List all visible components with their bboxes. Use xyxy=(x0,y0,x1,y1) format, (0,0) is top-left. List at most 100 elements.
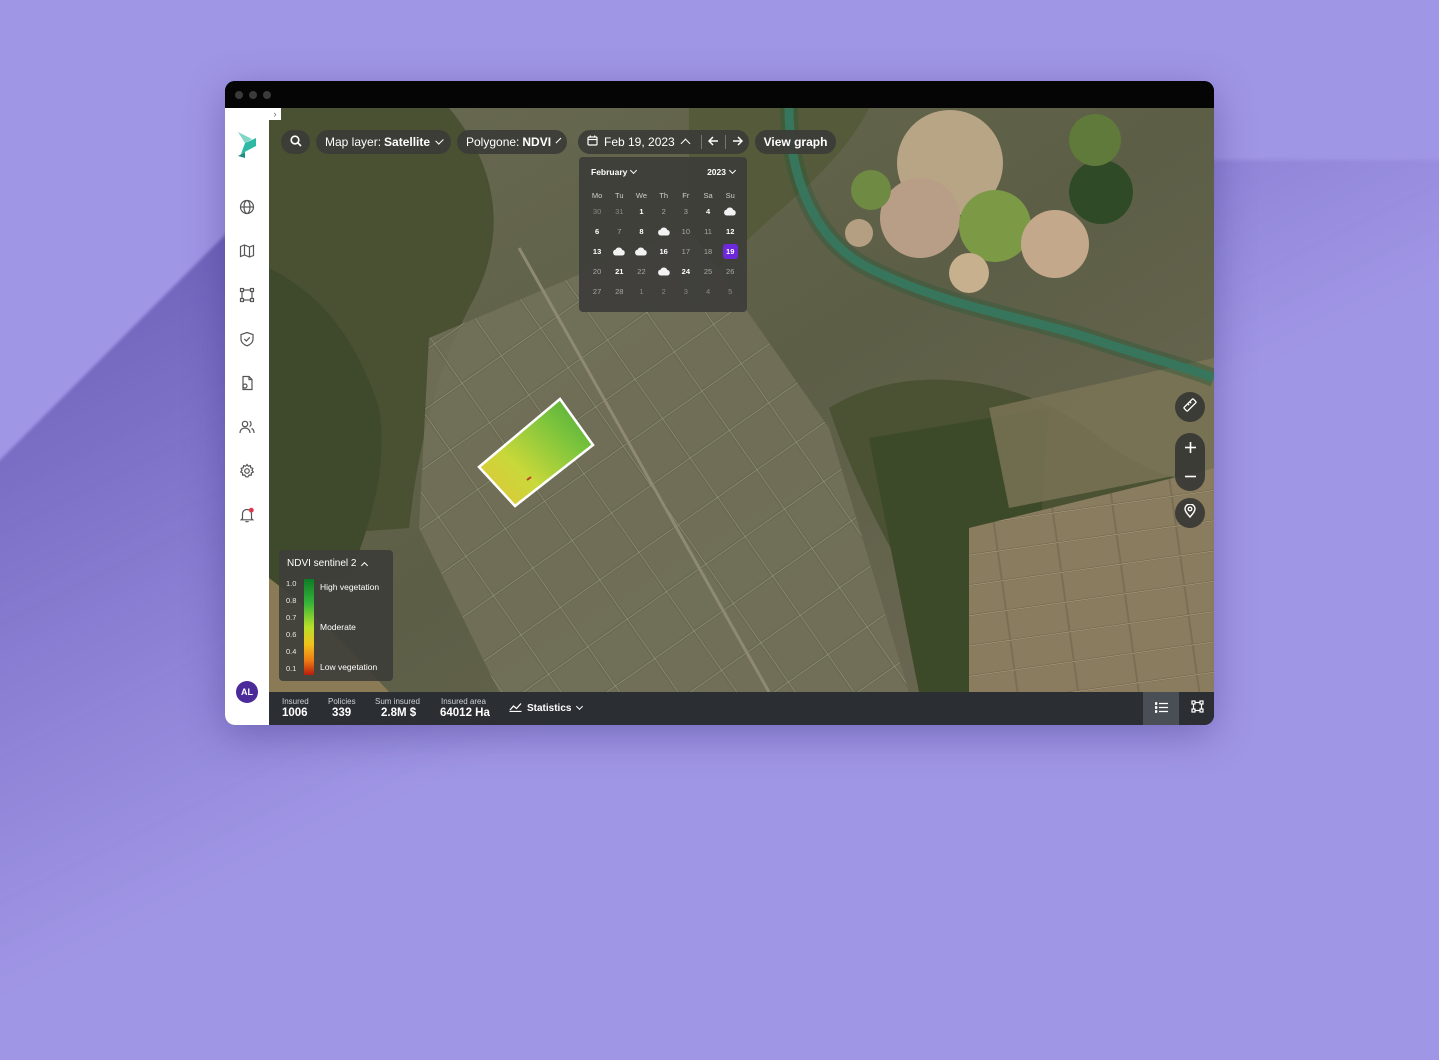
stat-sum-insured: Sum insured 2.8M $ xyxy=(375,697,420,719)
polygon-icon[interactable] xyxy=(237,285,257,305)
globe-icon[interactable] xyxy=(237,197,257,217)
statistics-label: Statistics xyxy=(527,703,572,714)
list-view-button[interactable] xyxy=(1143,692,1179,725)
cloud-icon[interactable] xyxy=(630,243,652,259)
polygone-dropdown[interactable]: Polygone: NDVI xyxy=(457,130,567,154)
map-icon[interactable] xyxy=(237,241,257,261)
year-label: 2023 xyxy=(707,167,726,177)
calendar-day[interactable]: 3 xyxy=(675,283,697,299)
next-date-arrow-icon[interactable] xyxy=(732,135,743,149)
cloud-icon[interactable] xyxy=(653,223,675,239)
calendar-day[interactable]: 7 xyxy=(608,223,630,239)
calendar-day[interactable]: 20 xyxy=(586,263,608,279)
legend-tick: 0.1 xyxy=(286,664,297,673)
calendar-grid: Mo Tu We Th Fr Sa Su 30 31 1 2 3 4 6 7 8 10 11 12 13 16 17 18 1… xyxy=(586,189,742,301)
calendar-day[interactable]: 28 xyxy=(608,283,630,299)
calendar-day[interactable]: 27 xyxy=(586,283,608,299)
month-select[interactable]: February xyxy=(591,166,638,177)
calendar-day[interactable]: 16 xyxy=(653,243,675,259)
legend-label-high: High vegetation xyxy=(320,582,380,592)
map-view[interactable]: Map layer: Satellite Polygone: NDVI Feb … xyxy=(269,108,1214,692)
search-button[interactable] xyxy=(281,130,310,154)
calendar-day[interactable]: 12 xyxy=(719,223,741,239)
calendar-day[interactable]: 2 xyxy=(653,283,675,299)
calendar-day[interactable]: 13 xyxy=(586,243,608,259)
cloud-icon[interactable] xyxy=(653,263,675,279)
calendar-day[interactable]: 26 xyxy=(719,263,741,279)
sidebar-expand-toggle[interactable]: › xyxy=(269,108,281,120)
avatar[interactable]: AL xyxy=(236,681,258,703)
zoom-in-button[interactable] xyxy=(1175,433,1205,462)
title-bar xyxy=(225,81,1214,108)
chevron-down-icon xyxy=(728,166,737,175)
chevron-up-icon[interactable] xyxy=(680,138,691,149)
legend-tick: 0.4 xyxy=(286,647,297,656)
cloud-icon[interactable] xyxy=(719,203,741,219)
shield-icon[interactable] xyxy=(237,329,257,349)
calendar-day[interactable]: 25 xyxy=(697,263,719,279)
stat-policies: Policies 339 xyxy=(328,697,356,719)
calendar-day[interactable]: 1 xyxy=(630,203,652,219)
zoom-out-button[interactable] xyxy=(1175,462,1205,491)
map-layer-dropdown[interactable]: Map layer: Satellite xyxy=(316,130,451,154)
stat-label: Sum insured xyxy=(375,697,420,706)
polygon-icon xyxy=(1190,699,1204,718)
year-select[interactable]: 2023 xyxy=(707,166,737,177)
weekday-label: Fr xyxy=(682,190,690,200)
settings-icon[interactable] xyxy=(237,461,257,481)
calendar-day[interactable]: 4 xyxy=(697,203,719,219)
calendar-day-selected[interactable]: 19 xyxy=(719,243,741,259)
chevron-down-icon xyxy=(630,166,638,175)
calendar-day[interactable]: 2 xyxy=(653,203,675,219)
calendar-day[interactable]: 11 xyxy=(697,223,719,239)
zoom-controls xyxy=(1175,433,1205,491)
stat-label: Policies xyxy=(328,697,356,706)
ndvi-legend: NDVI sentinel 2 1.0 0.8 0.7 0.6 0.4 0.1 … xyxy=(279,550,393,681)
calendar-day[interactable]: 24 xyxy=(675,263,697,279)
calendar-popup: February 2023 Mo Tu We Th Fr Sa Su 30 31 1 2 3 4 6 7 8 1… xyxy=(579,157,747,312)
status-bar: Insured 1006 Policies 339 Sum insured 2.… xyxy=(269,692,1214,725)
divider xyxy=(700,135,702,149)
file-icon[interactable] xyxy=(237,373,257,393)
calendar-day[interactable]: 18 xyxy=(697,243,719,259)
cloud-icon[interactable] xyxy=(608,243,630,259)
polygon-view-button[interactable] xyxy=(1179,692,1214,725)
chevron-down-icon xyxy=(555,137,562,143)
calendar-day[interactable]: 22 xyxy=(630,263,652,279)
legend-label-moderate: Moderate xyxy=(320,622,356,632)
ruler-button[interactable] xyxy=(1175,392,1205,422)
calendar-day[interactable]: 3 xyxy=(675,203,697,219)
calendar-day[interactable]: 31 xyxy=(608,203,630,219)
stat-value: 64012 Ha xyxy=(440,707,490,719)
weekday-label: We xyxy=(635,190,648,200)
calendar-day[interactable]: 30 xyxy=(586,203,608,219)
window-minimize-dot[interactable] xyxy=(249,91,257,99)
bell-icon[interactable] xyxy=(237,505,257,525)
legend-title: NDVI sentinel 2 xyxy=(287,558,357,569)
stat-insured-area: Insured area 64012 Ha xyxy=(440,697,490,719)
calendar-day[interactable]: 10 xyxy=(675,223,697,239)
locate-button[interactable] xyxy=(1175,498,1205,528)
calendar-day[interactable]: 17 xyxy=(675,243,697,259)
date-value[interactable]: Feb 19, 2023 xyxy=(604,135,675,149)
view-graph-button[interactable]: View graph xyxy=(755,130,836,154)
window-close-dot[interactable] xyxy=(235,91,243,99)
calendar-day[interactable]: 21 xyxy=(608,263,630,279)
legend-label-low: Low vegetation xyxy=(320,662,378,672)
calendar-day[interactable]: 6 xyxy=(586,223,608,239)
legend-toggle[interactable]: NDVI sentinel 2 xyxy=(287,558,369,569)
calendar-day[interactable]: 5 xyxy=(719,283,741,299)
statistics-dropdown[interactable]: Statistics xyxy=(509,702,584,715)
stat-insured: Insured 1006 xyxy=(282,697,309,719)
brand-logo[interactable] xyxy=(235,130,259,160)
users-icon[interactable] xyxy=(237,417,257,437)
ndvi-color-scale xyxy=(304,579,314,675)
calendar-day[interactable]: 4 xyxy=(697,283,719,299)
window-maximize-dot[interactable] xyxy=(263,91,271,99)
calendar-day[interactable]: 8 xyxy=(630,223,652,239)
sidebar: AL xyxy=(225,108,269,725)
minus-icon xyxy=(1184,475,1196,478)
calendar-day[interactable]: 1 xyxy=(630,283,652,299)
prev-date-arrow-icon[interactable] xyxy=(707,135,719,149)
list-icon xyxy=(1154,700,1168,718)
